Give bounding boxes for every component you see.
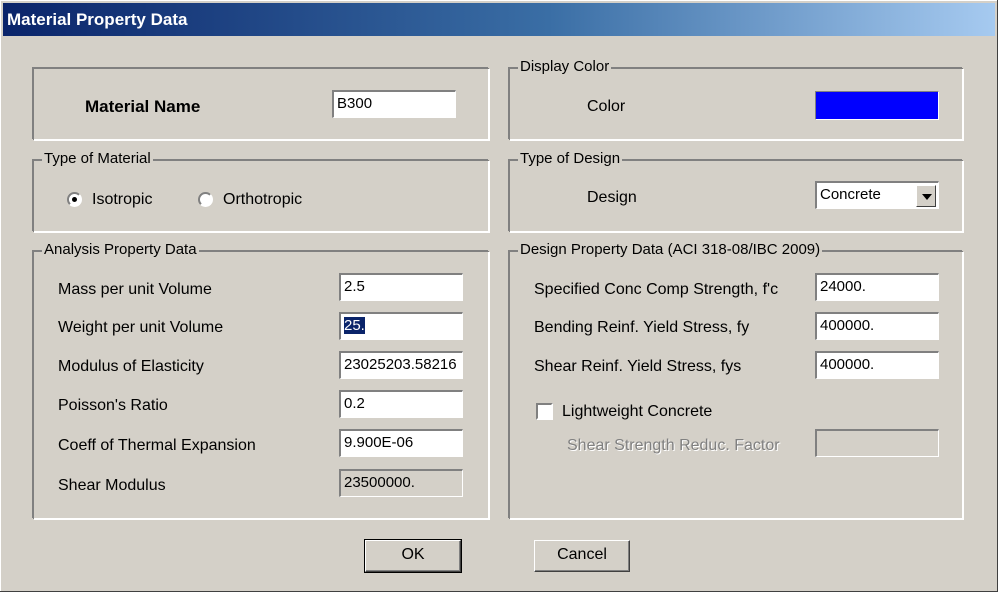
weight-per-volume-input[interactable]: 25. [339, 312, 463, 340]
isotropic-radio[interactable] [67, 192, 82, 207]
shear-yield-label: Shear Reinf. Yield Stress, fys [534, 358, 742, 375]
isotropic-label[interactable]: Isotropic [92, 191, 152, 209]
design-label: Design [587, 189, 637, 206]
analysis-property-legend: Analysis Property Data [42, 241, 199, 258]
material-name-input[interactable]: B300 [332, 90, 456, 118]
mass-per-volume-input[interactable]: 2.5 [339, 273, 463, 301]
lightweight-concrete-checkbox[interactable] [536, 403, 553, 420]
color-swatch-button[interactable] [815, 91, 939, 120]
shear-modulus-field: 23500000. [339, 469, 463, 497]
design-dropdown-value: Concrete [820, 186, 881, 203]
window-title: Material Property Data [7, 10, 188, 29]
dropdown-arrow-icon[interactable] [916, 185, 936, 207]
design-dropdown[interactable]: Concrete [815, 181, 939, 209]
ok-button[interactable]: OK [364, 539, 462, 573]
design-property-legend: Design Property Data (ACI 318-08/IBC 200… [518, 241, 823, 258]
modulus-elasticity-label: Modulus of Elasticity [58, 358, 204, 375]
weight-per-volume-label: Weight per unit Volume [58, 319, 224, 336]
material-name-label: Material Name [85, 97, 201, 116]
type-of-design-legend: Type of Design [518, 150, 623, 167]
weight-per-volume-value: 25. [344, 317, 365, 334]
shear-reduc-factor-label: Shear Strength Reduc. Factor [567, 437, 780, 454]
conc-strength-input[interactable]: 24000. [815, 273, 939, 301]
orthotropic-label[interactable]: Orthotropic [223, 191, 302, 209]
conc-strength-label: Specified Conc Comp Strength, f'c [534, 281, 779, 298]
shear-yield-input[interactable]: 400000. [815, 351, 939, 379]
thermal-expansion-input[interactable]: 9.900E-06 [339, 429, 463, 457]
bending-yield-input[interactable]: 400000. [815, 312, 939, 340]
bending-yield-label: Bending Reinf. Yield Stress, fy [534, 319, 750, 336]
poissons-ratio-input[interactable]: 0.2 [339, 390, 463, 418]
shear-reduc-factor-field [815, 429, 939, 457]
color-label: Color [587, 98, 626, 115]
poissons-ratio-label: Poisson's Ratio [58, 397, 168, 414]
cancel-button[interactable]: Cancel [534, 540, 630, 572]
thermal-expansion-label: Coeff of Thermal Expansion [58, 437, 256, 454]
display-color-legend: Display Color [518, 58, 612, 75]
title-bar[interactable]: Material Property Data [3, 3, 995, 36]
material-property-dialog: Material Property Data Material Name B30… [0, 0, 998, 592]
type-of-material-legend: Type of Material [42, 150, 153, 167]
modulus-elasticity-input[interactable]: 23025203.58216 [339, 351, 463, 379]
shear-modulus-label: Shear Modulus [58, 477, 166, 494]
lightweight-concrete-label[interactable]: Lightweight Concrete [562, 403, 712, 421]
radio-selected-dot [72, 197, 77, 202]
orthotropic-radio[interactable] [198, 192, 213, 207]
mass-per-volume-label: Mass per unit Volume [58, 281, 212, 298]
